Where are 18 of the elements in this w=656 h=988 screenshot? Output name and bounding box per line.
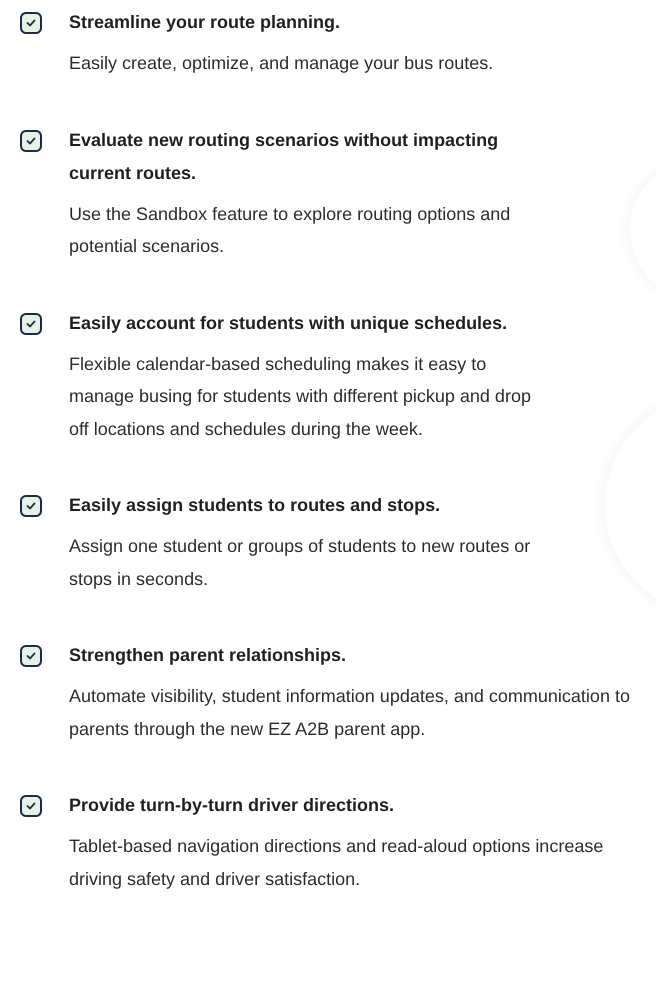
checkmark-icon <box>26 652 36 660</box>
feature-title: Easily assign students to routes and stops. <box>69 494 442 517</box>
checkmark-icon <box>26 320 36 328</box>
checkmark-icon <box>26 19 36 27</box>
checkmark-icon <box>26 502 36 510</box>
feature-title: Strengthen parent relationships. <box>69 644 348 667</box>
feature-title: Easily account for students with unique schedules. <box>69 312 508 335</box>
checkmark-icon <box>26 802 36 810</box>
feature-title: Streamline your route planning. <box>69 11 342 34</box>
feature-title: Provide turn-by-turn driver directions. <box>69 794 396 817</box>
checkmark-icon <box>26 136 36 144</box>
feature-description: Tablet-based navigation directions and read-aloud options increase driving safety and driver satisfaction. <box>69 835 604 891</box>
feature-description: Use the Sandbox feature to explore routing options and potential scenarios. <box>69 202 512 258</box>
feature-description: Automate visibility, student information updates, and communication to parents through the new EZ A2B parent app. <box>69 685 631 741</box>
feature-title: Evaluate new routing scenarios without impacting current routes. <box>69 128 500 184</box>
feature-description: Flexible calendar-based scheduling makes it easy to manage busing for students with different pickup and drop off locations and schedules during the week. <box>69 352 532 441</box>
feature-description: Easily create, optimize, and manage your bus routes. <box>69 52 494 75</box>
feature-description: Assign one student or groups of students to new routes or stops in seconds. <box>69 535 532 591</box>
